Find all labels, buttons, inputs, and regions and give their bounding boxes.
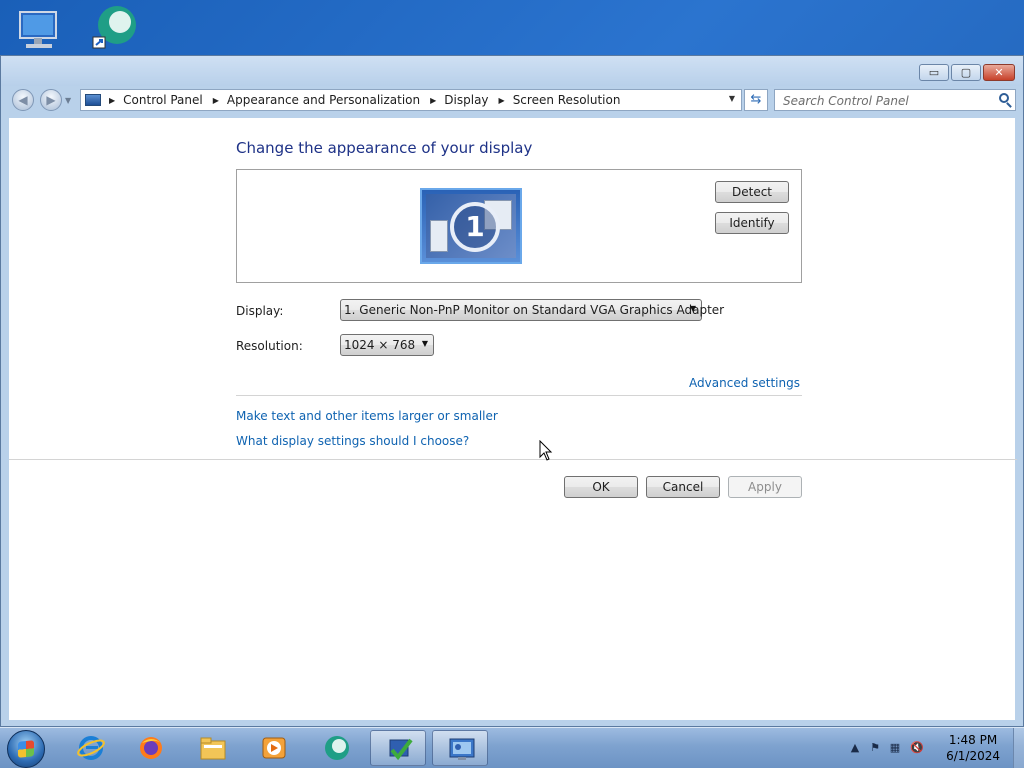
resolution-select[interactable]: 1024 × 768 ▼: [340, 334, 434, 356]
arrow-right-icon: ▶: [46, 93, 56, 107]
clock-date: 6/1/2024: [946, 749, 1000, 763]
window-titlebar[interactable]: ▭ ▢ ✕: [1, 56, 1023, 86]
breadcrumb-arrow-icon[interactable]: ▶: [499, 96, 505, 105]
taskbar: ▲ ⚑ ▦ 🔇 1:48 PM 6/1/2024: [0, 727, 1024, 768]
display-label: Display:: [236, 304, 284, 318]
arrow-left-icon: ◀: [18, 93, 28, 107]
internet-explorer-icon: [77, 736, 105, 760]
taskbar-system-tool[interactable]: [370, 730, 426, 766]
recent-pages-dropdown-icon[interactable]: ▼: [65, 96, 71, 105]
maximize-icon: ▢: [960, 66, 972, 79]
navigation-bar: ◀ ▶ ▼ ▶ Control Panel ▶ Appearance and P…: [1, 86, 1023, 116]
breadcrumb-appearance[interactable]: Appearance and Personalization: [227, 93, 420, 107]
taskbar-file-explorer[interactable]: [184, 730, 240, 766]
taskbar-internet-explorer[interactable]: [62, 730, 118, 766]
identify-button[interactable]: Identify: [715, 212, 789, 234]
checkmark-tool-icon: [389, 738, 413, 761]
show-hidden-icons-button[interactable]: ▲: [848, 741, 862, 755]
breadcrumb-arrow-icon[interactable]: ▶: [109, 96, 115, 105]
detect-button[interactable]: Detect: [715, 181, 789, 203]
minimize-icon: ▭: [928, 66, 940, 79]
taskbar-firefox[interactable]: [122, 730, 178, 766]
network-icon[interactable]: ▦: [888, 741, 902, 755]
monitor-screen: 1: [426, 194, 516, 258]
forward-button[interactable]: ▶: [40, 89, 62, 111]
refresh-icon: ⇆: [750, 92, 762, 107]
cancel-button[interactable]: Cancel: [646, 476, 720, 498]
display-help-link[interactable]: What display settings should I choose?: [236, 434, 469, 448]
breadcrumb-display[interactable]: Display: [444, 93, 488, 107]
folder-icon: [200, 737, 226, 760]
close-icon: ✕: [994, 66, 1004, 79]
clock-time: 1:48 PM: [948, 733, 998, 747]
control-panel-window: ▭ ▢ ✕ ◀ ▶ ▼ ▶ Control Panel ▶ Appearance…: [0, 55, 1024, 727]
computer-desktop-icon[interactable]: [14, 8, 64, 54]
display-select[interactable]: 1. Generic Non-PnP Monitor on Standard V…: [340, 299, 724, 321]
window-controls: ▭ ▢ ✕: [919, 64, 1015, 81]
search-box[interactable]: [774, 89, 1016, 111]
resolution-label: Resolution:: [236, 339, 303, 353]
section-divider: [236, 395, 802, 396]
advanced-settings-link[interactable]: Advanced settings: [689, 376, 800, 390]
app-shortcut-icon[interactable]: [90, 4, 140, 50]
start-button[interactable]: [7, 730, 45, 768]
display-select-value: 1. Generic Non-PnP Monitor on Standard V…: [344, 303, 725, 317]
close-button[interactable]: ✕: [983, 64, 1015, 81]
resolution-select-value: 1024 × 768: [344, 338, 416, 352]
window-thumbnail: [430, 220, 448, 252]
page-title: Change the appearance of your display: [236, 139, 533, 157]
back-button[interactable]: ◀: [12, 89, 34, 111]
text-size-link[interactable]: Make text and other items larger or smal…: [236, 409, 498, 423]
taskbar-control-panel[interactable]: [432, 730, 488, 766]
address-bar[interactable]: ▶ Control Panel ▶ Appearance and Persona…: [80, 89, 742, 111]
breadcrumb-arrow-icon[interactable]: ▶: [430, 96, 436, 105]
show-desktop-button[interactable]: [1013, 728, 1024, 768]
monitor-1-tile[interactable]: 1: [420, 188, 522, 264]
mouse-cursor-icon: [539, 440, 553, 461]
clock[interactable]: 1:48 PM 6/1/2024: [946, 732, 1000, 764]
maximize-button[interactable]: ▢: [951, 64, 981, 81]
firefox-icon: [140, 737, 162, 759]
notification-area: ▲ ⚑ ▦ 🔇 1:48 PM 6/1/2024: [838, 728, 1024, 768]
chevron-down-icon: ▼: [689, 304, 696, 313]
refresh-button[interactable]: ⇆: [744, 89, 768, 111]
search-icon[interactable]: [999, 93, 1009, 103]
minimize-button[interactable]: ▭: [919, 64, 949, 81]
volume-muted-icon[interactable]: 🔇: [910, 741, 924, 755]
media-player-icon: [262, 737, 286, 759]
breadcrumb-screen-resolution[interactable]: Screen Resolution: [513, 93, 621, 107]
search-input[interactable]: [781, 91, 995, 111]
ok-button[interactable]: OK: [564, 476, 638, 498]
footer-divider: [9, 459, 1017, 460]
taskbar-app[interactable]: [308, 730, 364, 766]
address-dropdown-icon[interactable]: ▼: [729, 94, 735, 103]
control-panel-icon: [449, 738, 475, 760]
app-icon: [325, 736, 349, 760]
apply-button[interactable]: Apply: [728, 476, 802, 498]
content-pane: Change the appearance of your display 1 …: [9, 118, 1017, 720]
breadcrumb-arrow-icon[interactable]: ▶: [213, 96, 219, 105]
chevron-down-icon: ▼: [421, 339, 428, 348]
taskbar-media-player[interactable]: [245, 730, 301, 766]
display-preview-area: 1 Detect Identify: [236, 169, 802, 283]
monitor-number-badge: 1: [450, 202, 500, 252]
breadcrumb-control-panel[interactable]: Control Panel: [123, 93, 203, 107]
control-panel-icon: [85, 94, 101, 106]
windows-logo-icon: [18, 740, 34, 758]
action-center-flag-icon[interactable]: ⚑: [868, 741, 882, 755]
